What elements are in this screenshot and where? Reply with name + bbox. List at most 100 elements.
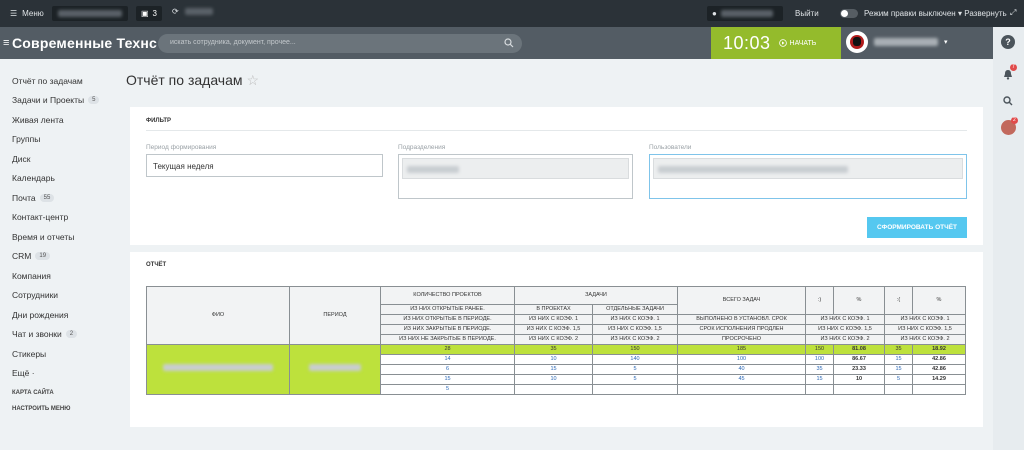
table-cell: 35 [805, 364, 834, 375]
chat-icon: ▣ [140, 9, 149, 18]
table-cell: 15 [380, 374, 515, 385]
sidebar-item[interactable]: Контакт-центр [12, 208, 99, 228]
sidebar-item-label: Группы [12, 134, 41, 145]
sidebar-item[interactable]: Время и отчеты [12, 227, 99, 247]
sidebar-item[interactable]: Задачи и Проекты 5 [12, 91, 100, 111]
expand-link[interactable]: ▾ Развернуть [958, 9, 1007, 18]
good-header: :) [805, 286, 834, 315]
total-header: ВСЕГО ЗАДАЧ [677, 286, 806, 315]
table-cell: 18.92 [912, 344, 966, 355]
sidebar-item-label: Отчёт по задачам [12, 75, 83, 86]
bell-icon[interactable]: 7 [1003, 64, 1017, 85]
sidebar-item[interactable]: Группы [12, 130, 99, 150]
table-cell: 5 [592, 364, 678, 375]
department-chip[interactable] [402, 158, 629, 179]
hamburger-icon[interactable]: ≡ [3, 37, 9, 49]
table-cell: 15 [884, 354, 913, 365]
logout-link[interactable]: Выйти [795, 9, 819, 18]
sync-button[interactable]: ⟳ [172, 7, 213, 16]
period-select[interactable]: Текущая неделя [146, 154, 383, 177]
table-cell: 23.33 [833, 364, 885, 375]
sidebar-item[interactable]: Дни рождения [12, 305, 99, 325]
fio-cell [146, 344, 290, 395]
sidebar-item-label: Почта [12, 192, 36, 203]
site-map-link[interactable]: КАРТА САЙТА [12, 390, 54, 396]
sidebar-item[interactable]: Отчёт по задачам [12, 71, 99, 91]
start-button[interactable]: НАЧАТЬ [778, 39, 816, 47]
sidebar-item-label: Контакт-центр [12, 212, 69, 223]
sidebar-menu: Отчёт по задачам Задачи и Проекты 5 Живая л… [12, 71, 100, 384]
menu-button[interactable]: ☰ Меню [10, 9, 44, 18]
table-cell: 6 [380, 364, 515, 375]
table-cell: 10 [833, 374, 885, 385]
edit-mode-label: Режим правки выключен [864, 9, 956, 18]
sub-header: ИЗ НИХ С КОЭФ. 1,5 [514, 324, 593, 335]
sidebar-item-label: Живая лента [12, 114, 64, 125]
sub-header: ИЗ НИХ ЗАКРЫТЫЕ В ПЕРИОДЕ. [380, 324, 515, 335]
header: ≡ Современные Технс искать сотрудника, д… [0, 27, 1024, 59]
page-title: Отчёт по задачам ☆ [126, 72, 260, 88]
help-icon[interactable]: ? [1001, 35, 1015, 49]
sidebar-item[interactable]: Стикеры [12, 344, 99, 364]
users-chip[interactable] [653, 158, 963, 179]
sub-header: ИЗ НИХ С КОЭФ. 2 [514, 334, 593, 345]
top-search-box[interactable] [52, 6, 128, 21]
search-input[interactable]: искать сотрудника, документ, прочее... [158, 34, 522, 53]
department-label: Подразделения [398, 144, 446, 151]
configure-menu-link[interactable]: НАСТРОИТЬ МЕНЮ [12, 406, 70, 412]
sub-header: ИЗ НИХ С КОЭФ. 1,5 [805, 324, 885, 335]
table-cell [912, 384, 966, 395]
edit-mode-toggle[interactable] [840, 9, 858, 18]
sidebar-item[interactable]: Ещё · [12, 364, 99, 384]
profile-icon[interactable]: 2 [1001, 117, 1018, 135]
messages-button[interactable]: ▣ 3 [136, 6, 162, 21]
sidebar-item[interactable]: Почта 55 [12, 188, 99, 208]
sidebar-item[interactable]: Живая лента [12, 110, 99, 130]
redacted-username [721, 10, 773, 17]
sidebar: Отчёт по задачам Задачи и Проекты 5 Живая л… [0, 59, 118, 450]
generate-report-button[interactable]: СФОРМИРОВАТЬ ОТЧЁТ [867, 217, 967, 238]
redacted-text [407, 166, 459, 173]
fio-header: ФИО [146, 286, 290, 345]
report-title: ОТЧЁТ [146, 262, 167, 268]
sub-header: ИЗ НИХ С КОЭФ. 1,5 [592, 324, 678, 335]
user-box[interactable]: ● [707, 6, 783, 21]
sidebar-item-count: 5 [88, 96, 100, 105]
filter-title: ФИЛЬТР [146, 118, 172, 124]
table-cell [884, 384, 913, 395]
sidebar-item[interactable]: Календарь [12, 169, 99, 189]
good-pct-header: % [833, 286, 885, 315]
table-cell: 42.86 [912, 354, 966, 365]
redacted-username [874, 38, 938, 46]
user-profile[interactable]: ▾ [846, 31, 948, 53]
star-icon[interactable]: ☆ [247, 72, 260, 88]
sidebar-item[interactable]: Сотрудники [12, 286, 99, 306]
sidebar-item-label: Компания [12, 270, 51, 281]
sidebar-item[interactable]: CRM 19 [12, 247, 99, 267]
company-logo[interactable]: Современные Технс [12, 35, 157, 51]
redacted-text [58, 10, 122, 17]
sidebar-item[interactable]: Компания [12, 266, 99, 286]
redacted-text [184, 8, 213, 15]
play-icon [778, 39, 787, 47]
table-cell: 5 [380, 384, 515, 395]
search-icon[interactable] [1003, 93, 1013, 111]
right-toolbar: ? 7 2 [993, 27, 1024, 450]
workday-clock[interactable]: 10:03 НАЧАТЬ [711, 27, 841, 59]
users-field[interactable] [649, 154, 967, 199]
table-cell: 86.67 [833, 354, 885, 365]
pin-icon[interactable]: ⤢ [1010, 8, 1016, 18]
table-cell: 15 [805, 374, 834, 385]
department-field[interactable] [398, 154, 633, 199]
table-cell: 5 [884, 374, 913, 385]
sidebar-item-count: 19 [35, 252, 51, 261]
sidebar-item-label: Чат и звонки [12, 329, 62, 340]
sidebar-item[interactable]: Чат и звонки 2 [12, 325, 99, 345]
table-cell: 81.08 [833, 344, 885, 355]
sidebar-item-label: Диск [12, 153, 31, 164]
table-cell: 150 [592, 344, 678, 355]
sub-header: ПРОСРОЧЕНО [677, 334, 806, 345]
separate-tasks-header: ОТДЕЛЬНЫЕ ЗАДАЧИ [592, 304, 678, 315]
sub-header: СРОК ИСПОЛНЕНИЯ ПРОДЛЕН [677, 324, 806, 335]
sidebar-item[interactable]: Диск [12, 149, 99, 169]
